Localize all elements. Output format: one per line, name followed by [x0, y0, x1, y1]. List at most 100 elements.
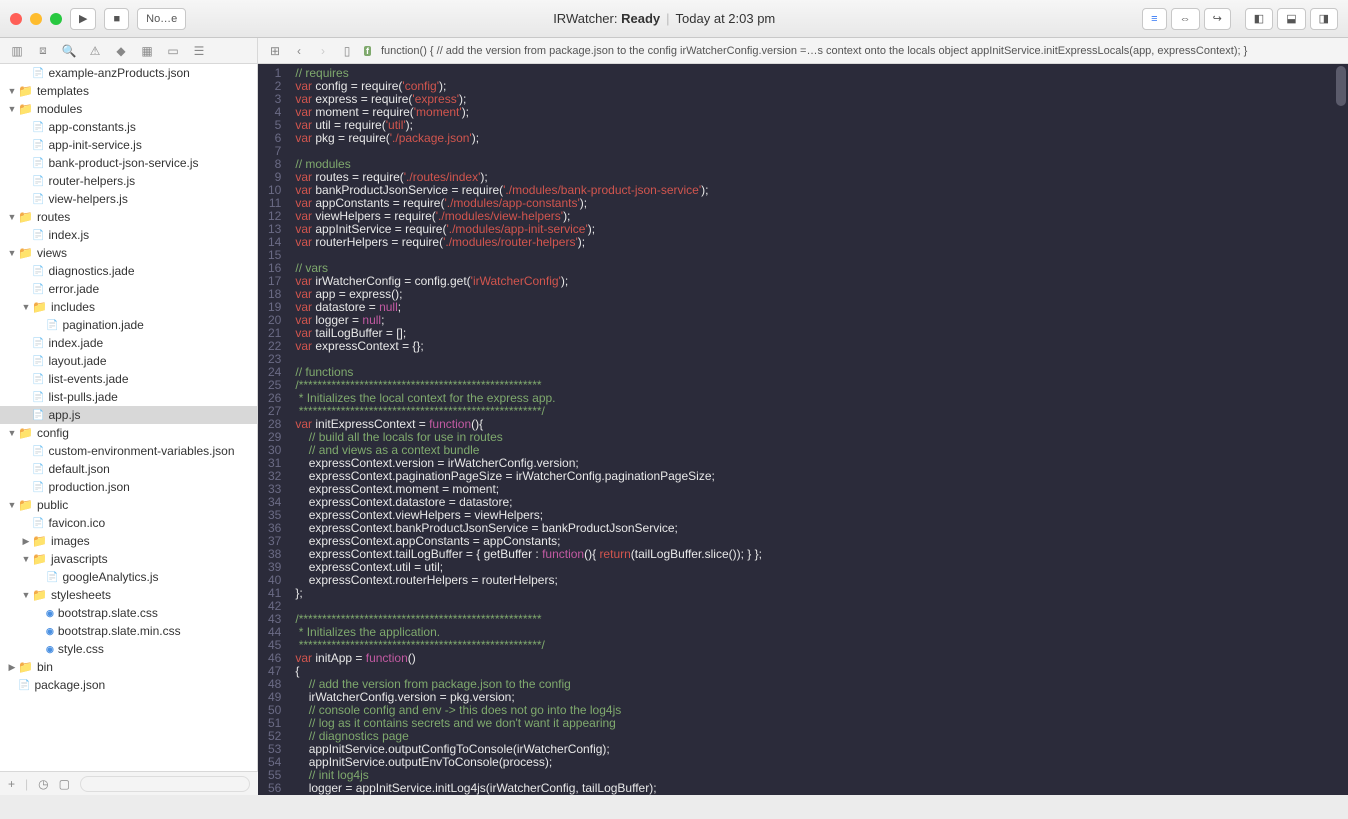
file-row[interactable]: 📄view-helpers.js	[0, 190, 257, 208]
disclosure-triangle[interactable]: ▼	[20, 590, 32, 600]
file-icon: 📄	[46, 572, 58, 583]
tree-item-label: bin	[37, 660, 53, 674]
folder-icon: 📁	[18, 426, 33, 440]
left-panel-toggle[interactable]: ◧	[1245, 8, 1273, 30]
scrollbar-thumb[interactable]	[1336, 66, 1346, 106]
run-button[interactable]: ▶	[70, 8, 96, 30]
file-row[interactable]: 📄layout.jade	[0, 352, 257, 370]
disclosure-triangle[interactable]: ▼	[6, 104, 18, 114]
file-row[interactable]: 📄googleAnalytics.js	[0, 568, 257, 586]
back-button[interactable]: ‹	[292, 44, 306, 58]
comparison-button[interactable]: ⇔	[1171, 8, 1200, 30]
folder-row[interactable]: ▼📁 public	[0, 496, 257, 514]
tree-item-label: routes	[37, 210, 70, 224]
file-row[interactable]: 📄list-events.jade	[0, 370, 257, 388]
file-row[interactable]: 📄favicon.ico	[0, 514, 257, 532]
folder-row[interactable]: ▼📁javascripts	[0, 550, 257, 568]
test-nav-icon[interactable]: ◆	[114, 44, 128, 58]
file-row[interactable]: 📄list-pulls.jade	[0, 388, 257, 406]
file-row[interactable]: 📄error.jade	[0, 280, 257, 298]
disclosure-triangle[interactable]: ▼	[6, 500, 18, 510]
bottom-panel-toggle[interactable]: ⬓	[1277, 8, 1305, 30]
zoom-window-button[interactable]	[50, 13, 62, 25]
folder-row[interactable]: ▶📁images	[0, 532, 257, 550]
search-nav-icon[interactable]: 🔍	[62, 44, 76, 58]
debug-nav-icon[interactable]: ▦	[140, 44, 154, 58]
disclosure-triangle[interactable]: ▶	[6, 662, 18, 673]
disclosure-triangle[interactable]: ▶	[20, 536, 32, 547]
folder-row[interactable]: ▼📁 config	[0, 424, 257, 442]
right-panel-toggle[interactable]: ◨	[1310, 8, 1338, 30]
file-row[interactable]: 📄app.js	[0, 406, 257, 424]
tree-item-label: index.js	[48, 228, 89, 242]
css-file-icon: ◉	[46, 608, 54, 619]
filter-field[interactable]	[80, 776, 250, 792]
minimize-window-button[interactable]	[30, 13, 42, 25]
file-row[interactable]: 📄 pagination.jade	[0, 316, 257, 334]
folder-row[interactable]: ▼📁modules	[0, 100, 257, 118]
titlebar: ▶ ■ No…e IRWatcher: Ready|Today at 2:03 …	[0, 0, 1348, 38]
file-row[interactable]: 📄bank-product-json-service.js	[0, 154, 257, 172]
file-icon: 📄	[46, 320, 58, 331]
disclosure-triangle[interactable]: ▼	[20, 302, 32, 312]
file-row[interactable]: 📄default.json	[0, 460, 257, 478]
add-button[interactable]: +	[8, 777, 15, 791]
folder-row[interactable]: ▼📁templates	[0, 82, 257, 100]
disclosure-triangle[interactable]: ▼	[6, 428, 18, 438]
disclosure-triangle[interactable]: ▼	[6, 248, 18, 258]
file-row[interactable]: 📄package.json	[0, 676, 257, 694]
folder-icon: 📁	[32, 588, 47, 602]
file-row[interactable]: 📄index.js	[0, 226, 257, 244]
file-row[interactable]: 📄diagnostics.jade	[0, 262, 257, 280]
editor-options-button[interactable]: ≡	[1142, 8, 1166, 30]
tree-item-label: view-helpers.js	[48, 192, 127, 206]
folder-row[interactable]: ▼📁includes	[0, 298, 257, 316]
stop-icon: ■	[113, 13, 120, 25]
close-window-button[interactable]	[10, 13, 22, 25]
related-items-icon[interactable]: ⊞	[268, 44, 282, 58]
folder-row[interactable]: ▼📁stylesheets	[0, 586, 257, 604]
file-row[interactable]: 📄app-init-service.js	[0, 136, 257, 154]
folder-row[interactable]: ▼📁views	[0, 244, 257, 262]
file-row[interactable]: ◉style.css	[0, 640, 257, 658]
forward-button[interactable]: ›	[316, 44, 330, 58]
file-icon: 📄	[32, 158, 44, 169]
code-editor[interactable]: 1 2 3 4 5 6 7 8 9 10 11 12 13 14 15 16 1…	[258, 64, 1348, 795]
toolbar-right: ≡ ⇔ ↪ ◧ ⬓ ◨	[1142, 8, 1338, 30]
file-row[interactable]: ◉bootstrap.slate.min.css	[0, 622, 257, 640]
file-icon: 📄	[32, 338, 44, 349]
file-row[interactable]: ◉bootstrap.slate.css	[0, 604, 257, 622]
file-row[interactable]: 📄production.json	[0, 478, 257, 496]
tree-item-label: style.css	[58, 642, 104, 656]
symbol-nav-icon[interactable]: ⧈	[36, 44, 50, 58]
disclosure-triangle[interactable]: ▼	[6, 86, 18, 96]
stop-button[interactable]: ■	[104, 8, 129, 30]
file-row[interactable]: 📄app-constants.js	[0, 118, 257, 136]
breadcrumb[interactable]: function() { // add the version from pac…	[381, 45, 1338, 57]
tree-item-label: public	[37, 498, 68, 512]
file-row[interactable]: 📄custom-environment-variables.json	[0, 442, 257, 460]
file-row[interactable]: 📄index.jade	[0, 334, 257, 352]
folder-row[interactable]: ▶📁bin	[0, 658, 257, 676]
scm-filter-icon[interactable]: ▢	[59, 777, 70, 791]
recent-filter-icon[interactable]: ◷	[38, 777, 48, 791]
related-button[interactable]: ↪	[1204, 8, 1231, 30]
scheme-select[interactable]: No…e	[137, 8, 186, 30]
folder-row[interactable]: ▼📁routes	[0, 208, 257, 226]
project-navigator[interactable]: 📄example-anzProducts.json▼📁templates▼📁mo…	[0, 64, 258, 771]
file-row[interactable]: 📄example-anzProducts.json	[0, 64, 257, 82]
editor-scrollbar[interactable]	[1334, 64, 1348, 795]
breakpoint-nav-icon[interactable]: ▭	[166, 44, 180, 58]
tree-item-label: pagination.jade	[62, 318, 143, 332]
project-nav-icon[interactable]: ▥	[10, 44, 24, 58]
disclosure-triangle[interactable]: ▼	[20, 554, 32, 564]
file-row[interactable]: 📄router-helpers.js	[0, 172, 257, 190]
tree-item-label: default.json	[48, 462, 109, 476]
file-icon: 📄	[32, 518, 44, 529]
report-nav-icon[interactable]: ☰	[192, 44, 206, 58]
code-content[interactable]: // requires var config = require('config…	[287, 64, 1348, 795]
disclosure-triangle[interactable]: ▼	[6, 212, 18, 222]
folder-icon: 📁	[18, 498, 33, 512]
issue-nav-icon[interactable]: ⚠	[88, 44, 102, 58]
tree-item-label: config	[37, 426, 69, 440]
